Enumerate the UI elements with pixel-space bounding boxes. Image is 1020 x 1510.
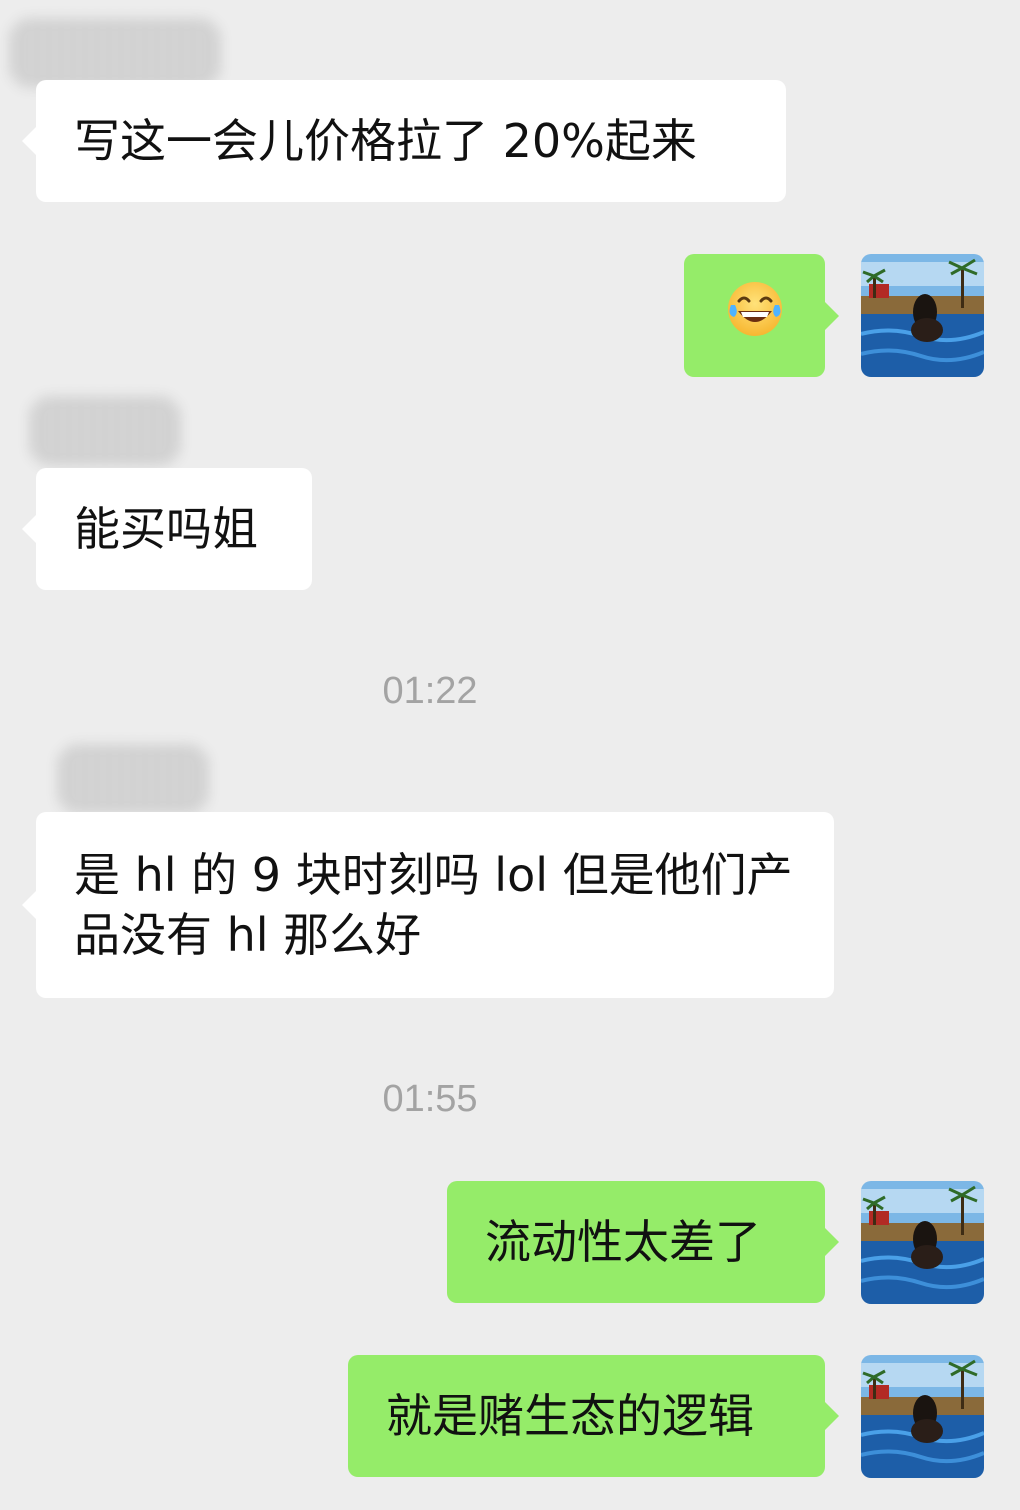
message-bubble-outgoing[interactable]: 就是赌生态的逻辑 [348, 1355, 839, 1477]
user-avatar[interactable] [861, 254, 984, 377]
user-avatar[interactable] [861, 1355, 984, 1478]
message-text: 流动性太差了 [485, 1215, 761, 1269]
tears-of-joy-emoji [725, 279, 785, 353]
message-text: 能买吗姐 [74, 502, 258, 556]
blurred-sender-name [30, 396, 180, 466]
message-text: 是 hl 的 9 块时刻吗 lol 但是他们产品没有 hl 那么好 [74, 848, 793, 962]
user-avatar[interactable] [861, 1181, 984, 1304]
message-bubble-outgoing[interactable]: 流动性太差了 [447, 1181, 839, 1303]
message-bubble-incoming[interactable]: 是 hl 的 9 块时刻吗 lol 但是他们产品没有 hl 那么好 [22, 812, 834, 998]
blurred-sender-name [58, 744, 208, 814]
message-bubble-incoming[interactable]: 写这一会儿价格拉了 20%起来 [22, 80, 786, 202]
message-text: 就是赌生态的逻辑 [386, 1389, 754, 1443]
timestamp: 01:55 [382, 1078, 478, 1120]
message-bubble-incoming[interactable]: 能买吗姐 [22, 468, 312, 590]
message-bubble-outgoing[interactable] [684, 254, 839, 377]
blurred-sender-name [10, 18, 220, 88]
message-text: 写这一会儿价格拉了 20%起来 [74, 114, 697, 168]
timestamp: 01:22 [382, 670, 478, 712]
